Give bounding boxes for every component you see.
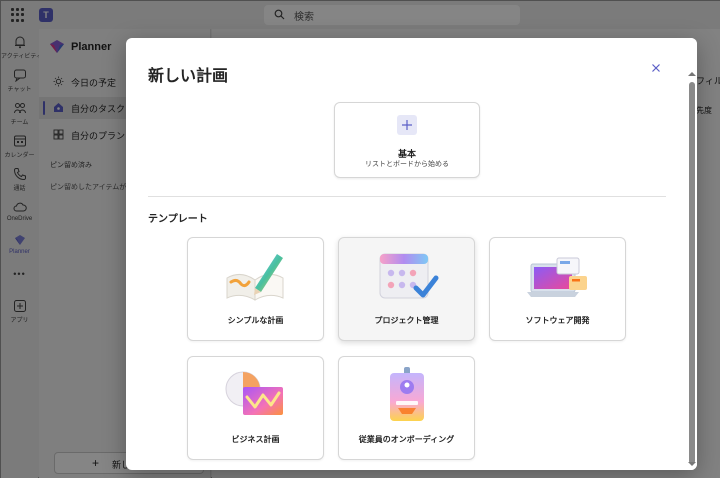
close-icon[interactable] xyxy=(648,60,664,76)
template-name: シンプルな計画 xyxy=(227,316,284,325)
templates-heading: テンプレート xyxy=(148,214,208,225)
dialog-title: 新しい計画 xyxy=(148,68,229,85)
template-card-simple-plan[interactable]: シンプルな計画 xyxy=(187,237,324,341)
template-card-employee-onboarding[interactable]: 従業員のオンボーディング xyxy=(338,356,475,460)
template-card-software-development[interactable]: ソフトウェア開発 xyxy=(489,237,626,341)
new-plan-dialog: 新しい計画 基本 リストとボードから始める テンプレート シンプルな計画 プロジ… xyxy=(126,38,697,470)
blank-plan-subtitle: リストとボードから始める xyxy=(365,161,449,168)
template-name: ビジネス計画 xyxy=(231,435,280,444)
template-card-business-plan[interactable]: ビジネス計画 xyxy=(187,356,324,460)
template-name: プロジェクト管理 xyxy=(374,316,439,325)
laptop-windows-icon xyxy=(527,257,587,297)
scroll-down-icon[interactable] xyxy=(688,462,696,466)
id-badge-icon xyxy=(390,367,424,421)
notebook-pen-icon xyxy=(226,254,284,301)
blank-plan-card[interactable]: 基本 リストとボードから始める xyxy=(334,102,480,178)
add-icon xyxy=(397,115,417,135)
scrollbar-thumb[interactable] xyxy=(689,82,695,464)
section-divider xyxy=(148,196,666,197)
business-chart-icon xyxy=(225,371,283,415)
template-card-project-management[interactable]: プロジェクト管理 xyxy=(338,237,475,341)
template-name: 従業員のオンボーディング xyxy=(358,435,455,444)
calendar-check-icon xyxy=(379,253,439,299)
template-name: ソフトウェア開発 xyxy=(525,316,590,325)
scroll-up-icon[interactable] xyxy=(688,72,696,76)
